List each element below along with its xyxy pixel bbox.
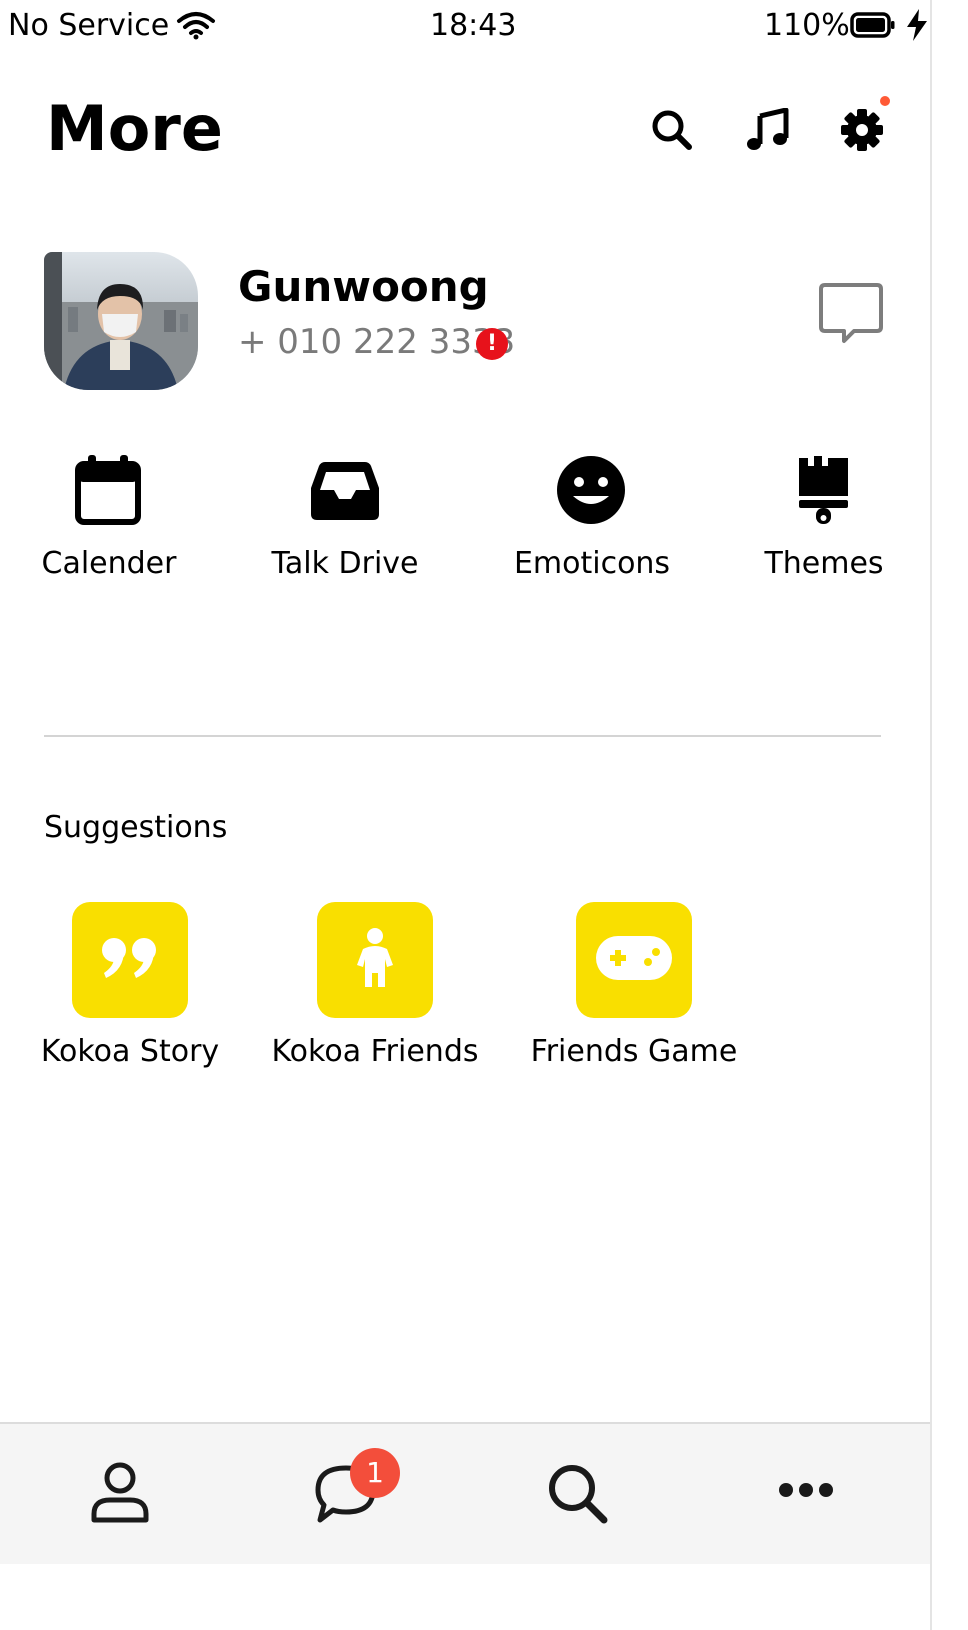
battery-icon bbox=[850, 11, 896, 47]
divider bbox=[44, 735, 881, 737]
quick-action-label: Themes bbox=[764, 546, 884, 581]
carrier-label: No Service bbox=[8, 8, 170, 43]
page-title: More bbox=[46, 92, 223, 165]
gear-icon[interactable] bbox=[840, 108, 884, 152]
screen-edge bbox=[930, 0, 932, 1630]
gamepad-icon bbox=[594, 934, 674, 986]
suggestion-label: Friends Game bbox=[530, 1034, 738, 1069]
calendar-icon bbox=[30, 452, 188, 530]
clock: 18:43 bbox=[430, 8, 517, 43]
inbox-icon bbox=[264, 452, 426, 530]
chat-bubble-icon[interactable] bbox=[818, 282, 884, 350]
more-icon[interactable] bbox=[778, 1480, 834, 1504]
bottom-nav bbox=[0, 1422, 930, 1564]
quick-action-calendar[interactable]: Calender bbox=[30, 452, 188, 581]
profile-phone: + 010 222 3333 bbox=[238, 322, 516, 362]
phone-alert-icon[interactable]: ! bbox=[476, 328, 508, 360]
search-icon[interactable] bbox=[650, 108, 694, 152]
suggestion-label: Kokoa Friends bbox=[271, 1034, 479, 1069]
suggestion-kokoa-friends[interactable]: Kokoa Friends bbox=[264, 902, 486, 1069]
search-icon[interactable] bbox=[546, 1462, 610, 1530]
quick-action-themes[interactable]: Themes bbox=[756, 452, 892, 581]
quick-action-label: Talk Drive bbox=[271, 546, 419, 581]
music-icon[interactable] bbox=[746, 107, 790, 152]
suggestion-tile bbox=[72, 902, 188, 1018]
wifi-icon bbox=[176, 10, 216, 48]
quick-action-label: Calender bbox=[41, 546, 177, 581]
quick-action-talk-drive[interactable]: Talk Drive bbox=[264, 452, 426, 581]
status-bar: No Service 18:43 110% bbox=[0, 0, 930, 52]
quick-action-emoticons[interactable]: Emoticons bbox=[506, 452, 678, 581]
suggestion-tile bbox=[317, 902, 433, 1018]
person-icon[interactable] bbox=[90, 1462, 150, 1528]
smile-icon bbox=[506, 452, 678, 530]
quick-action-label: Emoticons bbox=[513, 546, 671, 581]
suggestion-kokoa-story[interactable]: Kokoa Story bbox=[30, 902, 230, 1069]
suggestion-tile bbox=[576, 902, 692, 1018]
avatar[interactable] bbox=[44, 252, 198, 390]
profile-name: Gunwoong bbox=[238, 262, 489, 311]
suggestion-friends-game[interactable]: Friends Game bbox=[524, 902, 744, 1069]
suggestions-title: Suggestions bbox=[44, 810, 228, 845]
paintbrush-icon bbox=[756, 452, 892, 530]
suggestion-label: Kokoa Story bbox=[40, 1034, 220, 1069]
settings-notification-dot bbox=[880, 96, 890, 106]
child-icon bbox=[353, 927, 397, 993]
charging-icon bbox=[904, 8, 930, 50]
quote-icon bbox=[100, 936, 160, 984]
chat-unread-badge: 1 bbox=[350, 1448, 400, 1498]
battery-percent: 110% bbox=[764, 8, 850, 43]
